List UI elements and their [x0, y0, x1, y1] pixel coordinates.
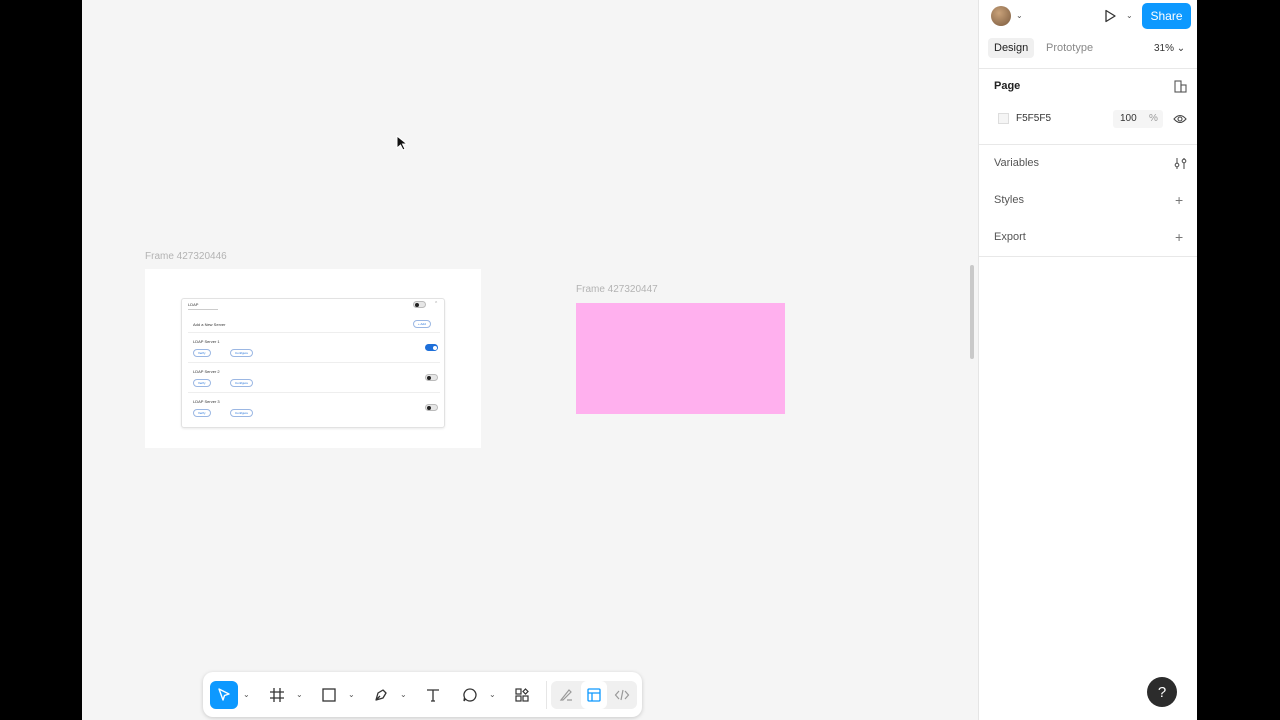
chevron-down-icon[interactable]: ⌄ [348, 690, 355, 699]
draw-mode-icon [559, 689, 572, 701]
design-mode-button[interactable] [581, 681, 607, 709]
server-2-verify: Verify [193, 379, 211, 387]
move-icon [218, 688, 230, 701]
divider [188, 392, 440, 393]
chevron-down-icon[interactable]: ⌄ [1016, 11, 1023, 20]
bottom-toolbar: ⌄ ⌄ ⌄ ⌄ ⌄ [203, 672, 642, 717]
add-server-button: + Add [413, 320, 431, 328]
server-1-verify: Verify [193, 349, 211, 357]
mode-switcher [551, 681, 637, 709]
frame-1[interactable]: LDAP ⌃ Add a New Server + Add LDAP Serve… [145, 269, 481, 448]
add-export-icon[interactable]: + [1175, 230, 1183, 244]
move-tool-button[interactable] [210, 681, 238, 709]
add-style-icon[interactable]: + [1175, 193, 1183, 207]
chevron-up-icon: ⌃ [434, 301, 439, 307]
divider [979, 68, 1198, 69]
chevron-down-icon[interactable]: ⌄ [243, 690, 250, 699]
chevron-down-icon[interactable]: ⌄ [400, 690, 407, 699]
variables-section-title: Variables [994, 157, 1040, 169]
server-1-name: LDAP Server 1 [193, 339, 220, 344]
add-server-label: Add a New Server [193, 322, 226, 327]
server-2-configure: Configure [230, 379, 254, 387]
zoom-level[interactable]: 31% ⌄ [1154, 43, 1185, 54]
divider [188, 362, 440, 363]
draw-mode-button[interactable] [553, 681, 579, 709]
right-border [1197, 0, 1280, 720]
page-opacity[interactable]: 100 [1120, 113, 1137, 124]
dev-mode-icon [614, 689, 630, 701]
text-icon [427, 689, 439, 702]
design-canvas[interactable]: Frame 427320446 LDAP ⌃ Add a New Server … [82, 0, 978, 720]
server-2-toggle [425, 374, 438, 381]
server-2-name: LDAP Server 2 [193, 369, 220, 374]
server-3-toggle [425, 404, 438, 411]
ldap-title-underline [188, 309, 218, 310]
pen-icon [375, 689, 387, 701]
styles-section-title: Styles [994, 194, 1024, 206]
ldap-card-preview: LDAP ⌃ Add a New Server + Add LDAP Serve… [181, 298, 445, 428]
chevron-down-icon[interactable]: ⌄ [489, 690, 496, 699]
server-1-toggle [425, 344, 438, 351]
tab-design[interactable]: Design [988, 38, 1035, 58]
dev-mode-button[interactable] [609, 681, 635, 709]
play-icon[interactable] [1103, 9, 1117, 23]
comment-icon [463, 688, 477, 702]
pen-tool-button[interactable] [367, 681, 395, 709]
export-section-title: Export [994, 231, 1026, 243]
chevron-down-icon[interactable]: ⌄ [1126, 11, 1133, 20]
page-toggle-icon[interactable] [1174, 80, 1187, 93]
canvas-scrollbar[interactable] [970, 265, 974, 359]
chevron-down-icon[interactable]: ⌄ [296, 690, 303, 699]
comment-tool-button[interactable] [456, 681, 484, 709]
actions-icon [515, 688, 529, 702]
cursor-icon [396, 135, 409, 151]
rectangle-icon [322, 688, 336, 702]
server-3-verify: Verify [193, 409, 211, 417]
divider [188, 332, 440, 333]
variables-icon[interactable] [1174, 157, 1187, 170]
server-1-configure: Configure [230, 349, 254, 357]
frame-icon [270, 688, 284, 702]
left-border [0, 0, 82, 720]
frame-label-1[interactable]: Frame 427320446 [145, 251, 227, 262]
frame-label-2[interactable]: Frame 427320447 [576, 284, 658, 295]
ldap-title: LDAP [188, 302, 199, 307]
properties-panel: ⌄ ⌄ Share Design Prototype 31% ⌄ Page F5… [978, 0, 1198, 720]
help-button[interactable]: ? [1147, 677, 1177, 707]
divider [979, 144, 1198, 145]
ldap-header-toggle [413, 301, 426, 308]
divider [979, 256, 1198, 257]
server-3-configure: Configure [230, 409, 254, 417]
frame-tool-button[interactable] [263, 681, 291, 709]
design-mode-icon [587, 688, 601, 702]
frame-2[interactable] [576, 303, 785, 414]
shape-tool-button[interactable] [315, 681, 343, 709]
tab-prototype[interactable]: Prototype [1046, 42, 1093, 54]
zoom-value: 31% [1154, 43, 1175, 54]
page-color-hex[interactable]: F5F5F5 [1016, 113, 1051, 124]
user-avatar[interactable] [991, 6, 1011, 26]
page-color-swatch[interactable] [998, 113, 1009, 124]
text-tool-button[interactable] [419, 681, 447, 709]
share-button[interactable]: Share [1142, 3, 1191, 29]
server-3-name: LDAP Server 3 [193, 399, 220, 404]
toolbar-divider [546, 681, 547, 709]
actions-tool-button[interactable] [508, 681, 536, 709]
eye-icon[interactable] [1173, 113, 1187, 125]
opacity-unit: % [1149, 113, 1158, 124]
page-section-title: Page [994, 80, 1021, 92]
